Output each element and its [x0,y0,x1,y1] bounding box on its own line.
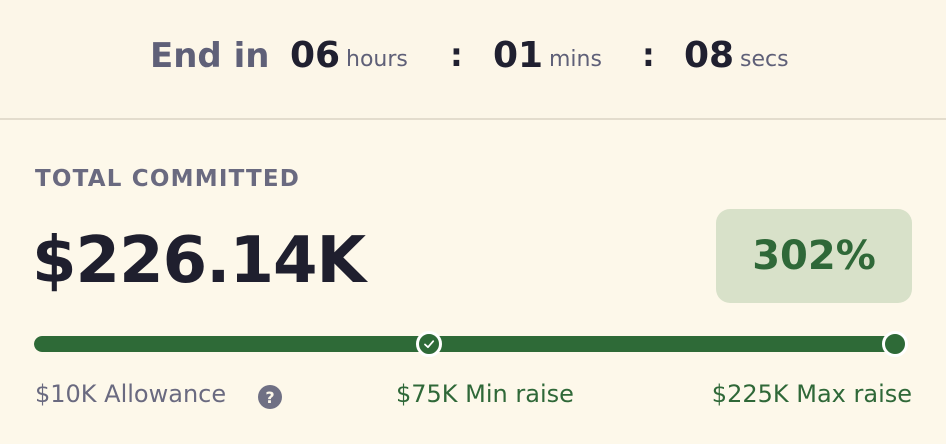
total-committed-label: TOTAL COMMITTED [35,166,301,192]
mins-value: 01 [493,35,544,76]
progress-bar [34,336,896,352]
help-glyph: ? [265,387,275,407]
secs-value: 08 [684,35,735,76]
secs-unit: secs [740,47,789,72]
percent-value: 302% [752,233,876,279]
allowance-label: $10K Allowance [35,380,227,408]
max-raise-label: $225K Max raise [711,380,912,408]
check-icon [424,340,435,349]
timer-separator: : [642,36,655,74]
countdown-label: End in [150,36,270,76]
question-circle-icon[interactable]: ? [258,385,282,409]
timer-separator: : [450,36,463,74]
mins-unit: mins [549,47,602,72]
min-raise-marker [416,331,442,357]
progress-fill [34,336,896,352]
max-raise-marker [882,331,908,357]
committed-amount: $226.14K [32,224,366,298]
hours-unit: hours [346,47,408,72]
percent-badge: 302% [716,209,912,303]
hours-value: 06 [290,35,341,76]
min-raise-label: $75K Min raise [396,380,574,408]
countdown-timer: End in 06 hours : 01 mins : 08 secs [0,0,946,120]
